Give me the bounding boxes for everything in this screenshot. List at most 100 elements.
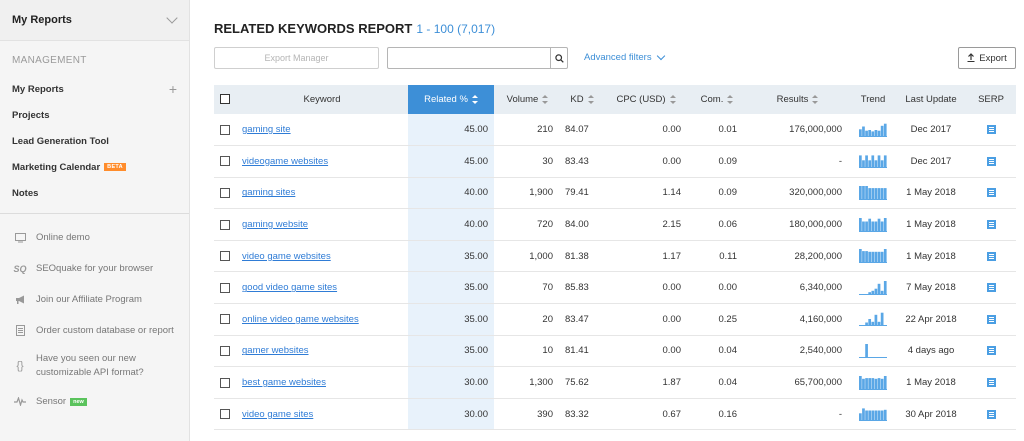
keyword-link[interactable]: video game websites: [242, 251, 331, 262]
related-cell: 40.00: [408, 177, 494, 210]
trend-bar: [877, 356, 881, 358]
column-header-results[interactable]: Results: [745, 85, 850, 114]
sidebar-link-custom-database[interactable]: Order custom database or report: [0, 315, 189, 346]
trend-sparkline: [859, 343, 887, 358]
trend-bar: [862, 408, 865, 422]
serp-icon[interactable]: [986, 125, 996, 135]
sidebar-link-sensor[interactable]: Sensor new: [0, 386, 189, 417]
result-range: 1 - 100 (7,017): [416, 22, 496, 36]
keyword-link[interactable]: video game sites: [242, 409, 313, 420]
serp-icon[interactable]: [986, 283, 996, 293]
keyword-link[interactable]: videogame websites: [242, 156, 328, 167]
trend-sparkline: [859, 280, 887, 295]
row-checkbox[interactable]: [220, 409, 230, 420]
last-update-cell: 1 May 2018: [896, 208, 966, 241]
row-checkbox[interactable]: [220, 156, 230, 167]
cpc-cell: 0.00: [603, 303, 689, 336]
volume-cell: 70: [494, 271, 561, 305]
kd-cell: 84.07: [561, 114, 603, 147]
search-field: [387, 47, 568, 69]
volume-cell: 30: [494, 145, 561, 178]
seoquake-icon: SQ: [13, 263, 27, 274]
serp-icon[interactable]: [986, 251, 996, 261]
braces-icon: {}: [16, 360, 24, 372]
keyword-link[interactable]: best game websites: [242, 377, 326, 388]
row-checkbox[interactable]: [220, 251, 230, 262]
my-reports-dropdown[interactable]: My Reports: [0, 0, 189, 41]
serp-icon[interactable]: [986, 346, 996, 356]
export-button[interactable]: Export: [958, 47, 1016, 69]
trend-bar: [865, 377, 868, 390]
trend-bar: [859, 217, 862, 232]
serp-icon[interactable]: [986, 409, 996, 419]
sidebar-link-online-demo[interactable]: Online demo: [0, 222, 189, 253]
row-checkbox[interactable]: [220, 219, 230, 230]
select-all-checkbox[interactable]: [220, 94, 230, 105]
keyword-link[interactable]: gamer websites: [242, 345, 309, 356]
keyword-link[interactable]: gaming website: [242, 219, 308, 230]
serp-icon[interactable]: [986, 314, 996, 324]
trend-bar: [865, 343, 868, 358]
column-header-related[interactable]: Related %: [408, 85, 494, 114]
row-checkbox-cell: [214, 271, 236, 305]
export-manager-button[interactable]: Export Manager: [214, 47, 379, 69]
column-header-keyword[interactable]: Keyword: [236, 85, 408, 114]
trend-bar: [871, 188, 875, 200]
column-header-cpc[interactable]: CPC (USD): [603, 85, 689, 114]
trend-bar: [883, 409, 887, 422]
serp-icon[interactable]: [986, 156, 996, 166]
sidebar-item-marketing-calendar[interactable]: Marketing Calendar BETA: [0, 154, 189, 180]
cpc-cell: 1.17: [603, 240, 689, 273]
keyword-link[interactable]: gaming site: [242, 124, 291, 135]
row-checkbox[interactable]: [220, 345, 230, 356]
sidebar-item-lead-generation[interactable]: Lead Generation Tool: [0, 128, 189, 154]
advanced-filters-toggle[interactable]: Advanced filters: [584, 51, 665, 63]
trend-bar: [868, 291, 872, 295]
keyword-link[interactable]: gaming sites: [242, 187, 295, 198]
results-cell: 4,160,000: [745, 303, 850, 336]
trend-cell: [850, 145, 896, 178]
sidebar-link-seoquake[interactable]: SQ SEOquake for your browser: [0, 253, 189, 284]
results-cell: 6,340,000: [745, 271, 850, 305]
sidebar-item-notes[interactable]: Notes: [0, 180, 189, 206]
filter-input[interactable]: [388, 48, 548, 68]
trend-bar: [883, 217, 887, 232]
serp-cell: [966, 303, 1016, 336]
table-row: gamer websites 35.00 10 81.41 0.00 0.04 2,540,…: [214, 335, 1016, 368]
trend-bar: [880, 160, 884, 169]
column-header-com[interactable]: Com.: [689, 85, 745, 114]
trend-bar: [865, 130, 868, 137]
trend-bar: [859, 128, 862, 137]
row-checkbox[interactable]: [220, 282, 230, 293]
com-cell: 0.25: [689, 303, 745, 336]
table-row: gaming site 45.00 210 84.07 0.00 0.01 176,000,…: [214, 114, 1016, 147]
row-checkbox[interactable]: [220, 124, 230, 135]
serp-icon[interactable]: [986, 220, 996, 230]
keyword-link[interactable]: good video game sites: [242, 282, 337, 293]
serp-icon[interactable]: [986, 188, 996, 198]
sidebar-item-projects[interactable]: Projects: [0, 102, 189, 128]
trend-bar: [859, 249, 862, 264]
row-checkbox[interactable]: [220, 314, 230, 325]
table-row: good video game sites 35.00 70 85.83 0.00 0.0…: [214, 271, 1016, 305]
serp-cell: [966, 240, 1016, 273]
sidebar-item-my-reports[interactable]: My Reports +: [0, 76, 189, 102]
trend-bar: [877, 322, 881, 327]
trend-bar: [871, 130, 875, 137]
trend-cell: [850, 177, 896, 210]
search-icon: [554, 53, 564, 63]
row-checkbox[interactable]: [220, 187, 230, 198]
sidebar-link-api-format[interactable]: {} Have you seen our new customizable AP…: [0, 346, 189, 386]
serp-icon[interactable]: [986, 378, 996, 388]
search-button[interactable]: [550, 48, 567, 68]
row-checkbox[interactable]: [220, 377, 230, 388]
column-header-kd[interactable]: KD: [561, 85, 603, 114]
trend-bar: [883, 375, 887, 390]
column-header-volume[interactable]: Volume: [494, 85, 561, 114]
results-cell: 65,700,000: [745, 366, 850, 399]
keyword-link[interactable]: online video game websites: [242, 314, 359, 325]
sidebar-link-affiliate[interactable]: Join our Affiliate Program: [0, 284, 189, 315]
com-cell: 0.04: [689, 366, 745, 399]
add-report-icon[interactable]: +: [169, 81, 177, 97]
kd-cell: 81.38: [561, 240, 603, 273]
